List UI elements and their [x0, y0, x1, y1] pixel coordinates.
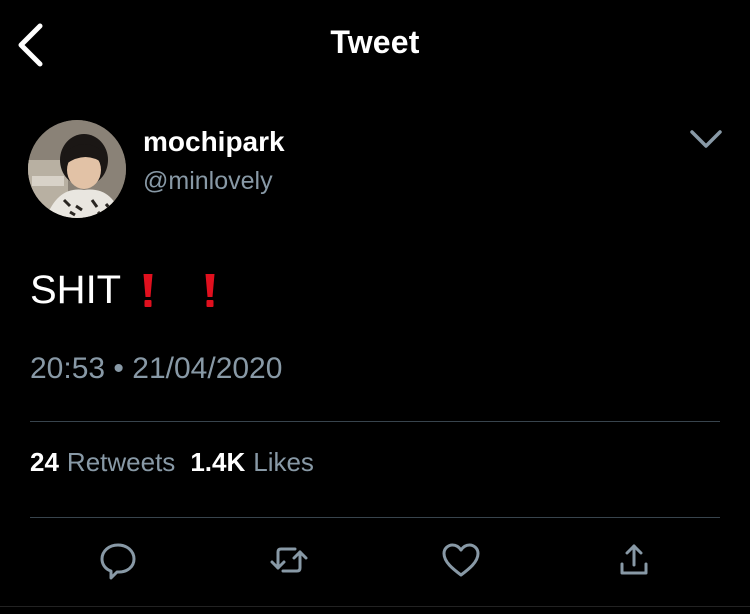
reply-icon	[100, 543, 136, 580]
retweets-stat[interactable]: 24 Retweets	[30, 447, 175, 478]
share-icon	[620, 544, 648, 575]
bottom-divider	[0, 606, 750, 607]
reply-button[interactable]	[98, 540, 138, 580]
share-button[interactable]	[614, 540, 654, 580]
tweet-text: SHIT	[30, 268, 217, 313]
retweets-count: 24	[30, 447, 59, 477]
retweets-label: Retweets	[66, 447, 176, 477]
tweet-date: 21/04/2020	[132, 352, 283, 385]
chevron-down-icon	[690, 130, 722, 148]
like-icon	[442, 543, 480, 577]
divider	[30, 421, 720, 422]
more-options-button[interactable]	[686, 124, 726, 154]
top-bar: Tweet	[0, 0, 750, 90]
likes-label: Likes	[253, 447, 314, 477]
tweet-body: SHIT	[30, 268, 122, 312]
author-handle[interactable]: @minlovely	[143, 167, 273, 196]
divider	[30, 517, 720, 518]
red-exclamation-mark-icon	[141, 271, 155, 311]
retweet-icon	[270, 547, 308, 573]
like-button[interactable]	[441, 540, 481, 580]
tweet-stats: 24 Retweets 1.4K Likes	[30, 447, 314, 478]
red-exclamation-mark-icon	[203, 271, 217, 311]
avatar-photo	[28, 120, 126, 218]
tweet-actions	[0, 540, 750, 584]
likes-count: 1.4K	[190, 447, 246, 477]
timestamp-separator: •	[113, 352, 124, 385]
retweet-button[interactable]	[269, 540, 309, 580]
page-title: Tweet	[330, 24, 420, 60]
avatar[interactable]	[28, 120, 126, 218]
author-display-name[interactable]: mochipark	[143, 126, 285, 158]
tweet-time: 20:53	[30, 352, 106, 385]
tweet-author: mochipark @minlovely	[28, 120, 728, 220]
tweet-timestamp: 20:53 • 21/04/2020	[30, 352, 282, 386]
likes-stat[interactable]: 1.4K Likes	[190, 447, 314, 478]
